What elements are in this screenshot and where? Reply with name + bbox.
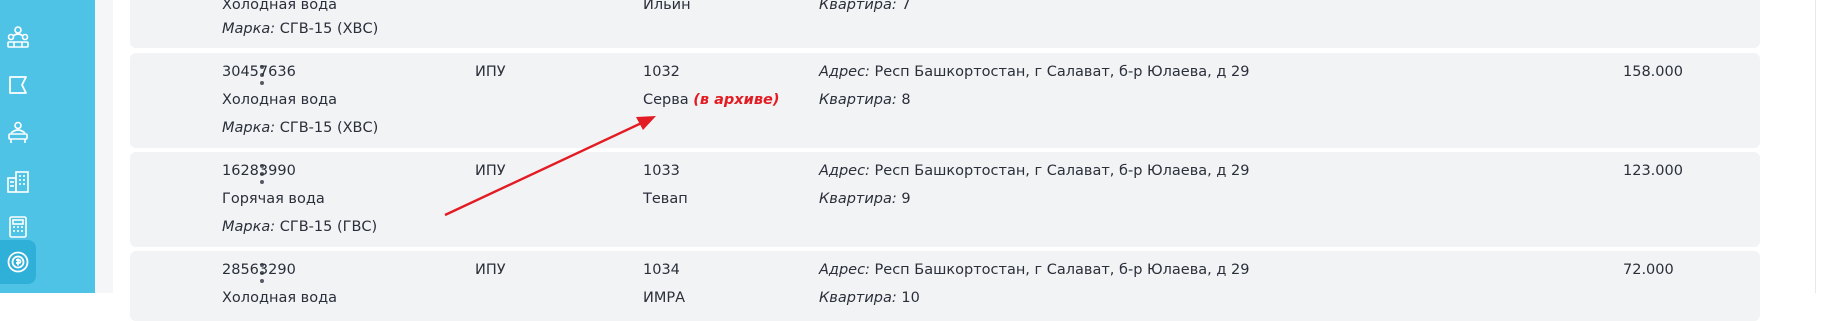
apartment-label: Квартира:: [819, 290, 897, 306]
apartment: Квартира: 8: [819, 91, 911, 109]
apartment-label: Квартира:: [819, 191, 897, 207]
meter-type: ИПУ: [475, 64, 506, 80]
apartment-value: 9: [901, 191, 911, 207]
table-row[interactable]: Холодная вода Марка: СГВ-15 (ХВС) Ильин …: [130, 0, 1760, 48]
meter-type: ИПУ: [475, 163, 506, 179]
address-value: Респ Башкортостан, г Салават, б-р Юлаева…: [874, 262, 1250, 278]
content-gutter: [95, 0, 113, 293]
brand-label: Марка:: [222, 219, 276, 235]
calculator-icon: [9, 216, 27, 238]
sidebar-item-people[interactable]: [0, 17, 36, 57]
meter-type: ИПУ: [475, 262, 506, 278]
table-row[interactable]: 16283990 Горячая вода Марка: СГВ-15 (ГВС…: [130, 152, 1760, 247]
apartment-value: 7: [901, 0, 911, 13]
address: Адрес: Респ Башкортостан, г Салават, б-р…: [819, 63, 1249, 81]
scroll-track[interactable]: [1815, 0, 1847, 293]
building-icon: [7, 171, 29, 193]
meter-brand: Марка: СГВ-15 (ХВС): [222, 20, 378, 38]
sidebar-item-flag[interactable]: [0, 66, 36, 106]
resource-type: Холодная вода: [222, 290, 337, 306]
meter-number: 28563290: [222, 262, 296, 278]
account-number: 1034: [643, 262, 680, 278]
apartment: Квартира: 10: [819, 289, 920, 307]
sidebar-item-user-desk[interactable]: [0, 113, 36, 153]
apartment-value: 10: [901, 290, 920, 306]
account-number: 1032: [643, 64, 680, 80]
address-label: Адрес:: [819, 163, 870, 179]
meter-number: 30457636: [222, 64, 296, 80]
account-number: 1033: [643, 163, 680, 179]
resource-type: Холодная вода: [222, 92, 337, 108]
meters-list: Холодная вода Марка: СГВ-15 (ХВС) Ильин …: [113, 0, 1760, 321]
owner-name: Тевап: [643, 191, 688, 207]
address: Адрес: Респ Башкортостан, г Салават, б-р…: [819, 162, 1249, 180]
brand-value: СГВ-15 (ГВС): [279, 219, 378, 235]
apartment-label: Квартира:: [819, 0, 897, 13]
sidebar: [0, 0, 95, 293]
apartment: Квартира: 9: [819, 190, 911, 208]
address-label: Адрес:: [819, 64, 870, 80]
address: Адрес: Респ Башкортостан, г Салават, б-р…: [819, 261, 1249, 279]
address-value: Респ Башкортостан, г Салават, б-р Юлаева…: [874, 64, 1250, 80]
apartment-value: 8: [901, 92, 911, 108]
brand-label: Марка:: [222, 120, 276, 136]
apartment-label: Квартира:: [819, 92, 897, 108]
resource-type: Горячая вода: [222, 191, 325, 207]
sidebar-item-building[interactable]: [0, 162, 36, 202]
meter-value: 158.000: [1623, 64, 1683, 80]
table-row[interactable]: 28563290 Холодная вода ИПУ 1034 ИМРА Адр…: [130, 251, 1760, 321]
owner-name: ИМРА: [643, 290, 686, 306]
table-row[interactable]: 30457636 Холодная вода Марка: СГВ-15 (ХВ…: [130, 53, 1760, 148]
meter-value: 72.000: [1623, 262, 1674, 278]
apartment: Квартира: 7: [819, 0, 911, 14]
brand-label: Марка:: [222, 21, 276, 37]
owner-name: Серва (в архиве): [643, 91, 779, 109]
resource-type: Холодная вода: [222, 0, 337, 13]
meter-brand: Марка: СГВ-15 (ХВС): [222, 119, 378, 137]
user-desk-icon: [8, 121, 28, 143]
address-value: Респ Башкортостан, г Салават, б-р Юлаева…: [874, 163, 1250, 179]
flag-icon: [9, 76, 27, 94]
owner-value: Серва: [643, 92, 689, 108]
brand-value: СГВ-15 (ХВС): [279, 21, 379, 37]
meter-value: 123.000: [1623, 163, 1683, 179]
people-group-icon: [7, 26, 29, 48]
archived-badge: (в архиве): [693, 92, 780, 108]
address-label: Адрес:: [819, 262, 870, 278]
coin-icon: [7, 251, 29, 273]
brand-value: СГВ-15 (ХВС): [279, 120, 379, 136]
sidebar-item-payments[interactable]: [0, 240, 36, 284]
meter-number: 16283990: [222, 163, 296, 179]
meter-brand: Марка: СГВ-15 (ГВС): [222, 218, 377, 236]
owner-name: Ильин: [643, 0, 691, 13]
